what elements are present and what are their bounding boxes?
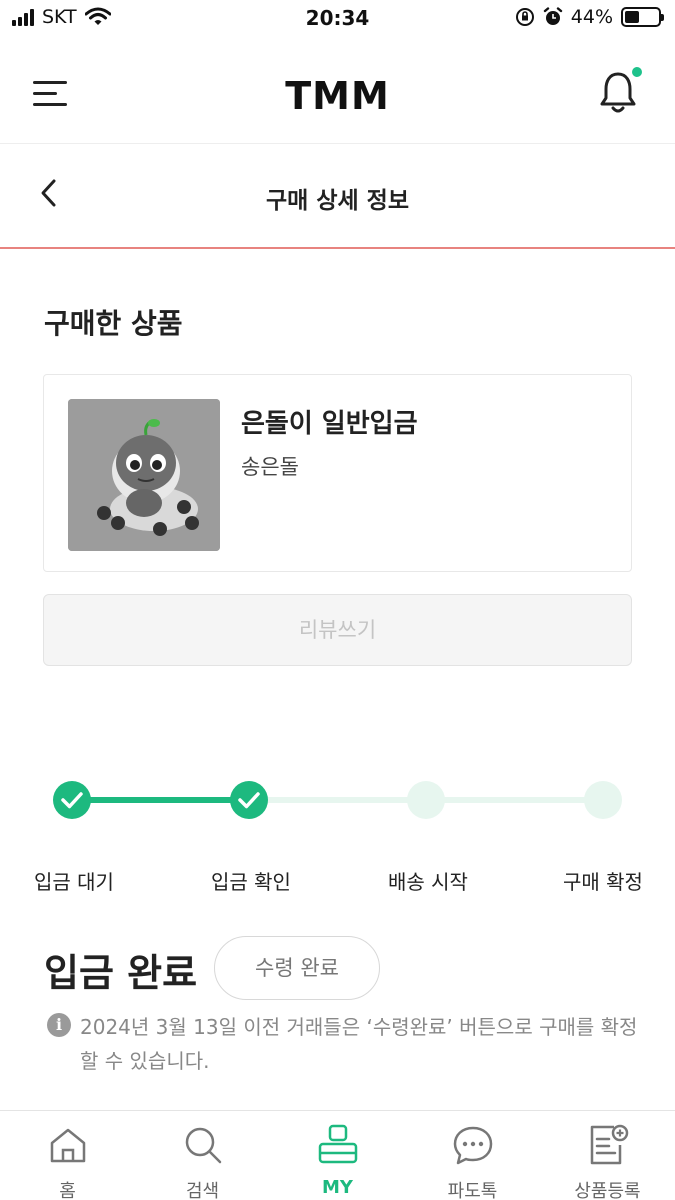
orientation-lock-icon: [515, 8, 534, 26]
page-title: 구매 상세 정보: [266, 188, 409, 214]
tab-home-label: 홈: [59, 1181, 76, 1200]
check-icon: [238, 792, 260, 809]
tab-search-label: 검색: [185, 1181, 220, 1200]
tab-register-label: 상품등록: [574, 1181, 641, 1200]
step-dot-purchase-confirmed: [584, 781, 622, 819]
chat-icon: [453, 1126, 492, 1165]
section-title: 구매한 상품: [44, 307, 183, 340]
step-label-4: 구매 확정: [563, 870, 643, 894]
search-icon: [185, 1127, 221, 1164]
notification-dot: [632, 67, 642, 77]
order-status-title: 입금 완료: [44, 951, 198, 995]
product-seller: 송은돌: [241, 455, 299, 479]
check-icon: [61, 792, 83, 809]
receipt-complete-button[interactable]: 수령 완료: [214, 936, 380, 1000]
home-icon: [50, 1128, 85, 1163]
app-header: TMM: [0, 40, 675, 144]
step-label-3: 배송 시작: [388, 870, 468, 894]
tab-my-label: MY: [322, 1177, 353, 1198]
notice-text: 2024년 3월 13일 이전 거래들은 ‘수령완료’ 버튼으로 구매를 확정할…: [80, 1015, 638, 1073]
battery-icon: [621, 7, 664, 27]
step-dot-deposit-confirmed: [230, 781, 268, 819]
sub-header: 구매 상세 정보: [0, 145, 675, 249]
write-review-button[interactable]: 리뷰쓰기: [43, 594, 632, 666]
product-card[interactable]: 은돌이 일반입금 송은돌: [43, 374, 632, 572]
step-label-2: 입금 확인: [211, 870, 291, 894]
status-bar: SKT 20:34 44%: [0, 0, 675, 38]
product-thumbnail[interactable]: [68, 399, 220, 551]
tab-home[interactable]: 홈: [0, 1111, 135, 1200]
status-right: 44%: [515, 6, 664, 28]
tab-padotalk-label: 파도톡: [447, 1181, 498, 1200]
tmm-logo[interactable]: TMM: [0, 74, 675, 118]
bell-icon[interactable]: [598, 70, 638, 116]
tab-search[interactable]: 검색: [135, 1111, 270, 1200]
step-dot-shipping: [407, 781, 445, 819]
tab-my[interactable]: MY: [270, 1111, 405, 1200]
progress-track-active: [72, 797, 250, 803]
step-label-1: 입금 대기: [34, 870, 114, 894]
tab-register[interactable]: 상품등록: [540, 1111, 675, 1200]
register-icon: [590, 1124, 628, 1165]
alarm-icon: [543, 7, 562, 25]
product-character-image: [68, 399, 220, 551]
product-name[interactable]: 은돌이 일반입금: [241, 403, 418, 440]
battery-percent: 44%: [570, 6, 613, 28]
my-icon: [318, 1124, 357, 1164]
tab-padotalk[interactable]: 파도톡: [405, 1111, 540, 1200]
bottom-tab-bar: 홈 검색 MY 파도톡 상품등록: [0, 1110, 675, 1200]
info-icon: i: [47, 1013, 71, 1037]
step-dot-deposit-waiting: [53, 781, 91, 819]
